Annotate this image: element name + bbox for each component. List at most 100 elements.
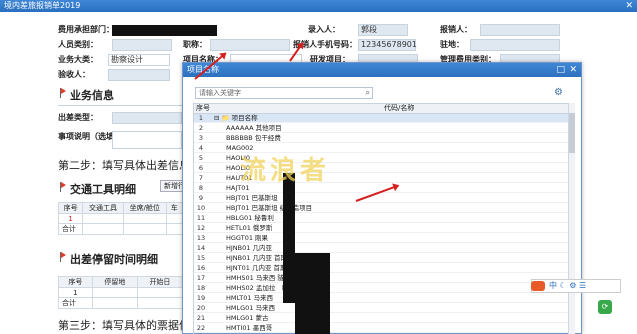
person-type-field[interactable]	[112, 39, 172, 51]
row-number: 4	[198, 144, 204, 152]
project-code-name: ⊟ 📁 项目名称	[214, 114, 258, 122]
project-code-name: HMLG01 蒙古	[226, 314, 269, 322]
table-cell: 1	[58, 287, 93, 298]
row-number: 13	[196, 234, 206, 242]
search-input[interactable]: 请输入关键字 ⌕	[195, 87, 373, 99]
list-item[interactable]: 12 HETL01 俄罗斯	[194, 224, 569, 233]
table-cell	[165, 223, 184, 235]
list-item[interactable]: 11 HBLG01 秘鲁利	[194, 214, 569, 223]
list-item[interactable]: 9 HBJT01 巴基斯坦	[194, 194, 569, 203]
column-header: 交通工具	[82, 202, 124, 214]
column-header: 车	[165, 202, 184, 214]
list-item[interactable]: 13 HGGT01 刚果	[194, 234, 569, 243]
table-cell	[136, 297, 184, 309]
flag-icon	[61, 182, 66, 188]
list-item[interactable]: 10 HBJT01 巴基斯坦 级改造项目	[194, 204, 569, 213]
table-cell[interactable]	[91, 287, 138, 298]
search-icon[interactable]: ⌕	[366, 88, 370, 98]
position-field[interactable]	[210, 39, 290, 51]
row-number: 8	[198, 184, 204, 192]
list-item[interactable]: 14 HJNB01 几内亚	[194, 244, 569, 253]
table-cell	[91, 297, 138, 309]
project-code-name: BBBBBB 包干经费	[226, 134, 281, 142]
table-cell: 1	[57, 213, 84, 224]
row-number: 1	[198, 114, 204, 122]
acceptor-field[interactable]	[108, 69, 170, 81]
row-number: 7	[198, 174, 204, 182]
table-cell[interactable]	[165, 213, 184, 224]
list-item[interactable]: 16 HJNT01 几内亚 首期）	[194, 264, 569, 273]
step2-text: 第二步：填写具体出差信息。	[58, 159, 201, 172]
table-row[interactable]: 1	[57, 213, 184, 224]
project-code-name: HGGT01 刚果	[226, 234, 269, 242]
business-type-label: 业务大类：	[58, 55, 98, 64]
reimburser-field[interactable]	[480, 24, 560, 36]
column-header: 开始日	[136, 276, 184, 288]
window-title-bar: 境内差旅报销单2019 ✕	[0, 0, 637, 12]
table-row[interactable]: 1	[58, 287, 184, 298]
project-code-name: HMLT01 马来西	[226, 294, 274, 302]
gear-icon[interactable]: ⚙	[554, 87, 563, 98]
grid-header: 序号 代码/名称	[193, 103, 569, 114]
row-number: 16	[196, 264, 206, 272]
row-number: 12	[196, 224, 206, 232]
reimburser-phone-field[interactable]: 12345678901	[358, 39, 417, 51]
project-code-name: AAAAAA 其他项目	[226, 124, 282, 132]
entry-person-label: 录入人：	[308, 25, 340, 34]
project-code-name: HJNB01 几内亚	[226, 244, 272, 252]
row-number: 2	[198, 124, 204, 132]
row-number: 14	[196, 244, 206, 252]
list-item[interactable]: 3 BBBBBB 包干经费	[194, 134, 569, 143]
window-close-icon[interactable]: ✕	[625, 0, 633, 12]
section-divider	[58, 105, 183, 106]
list-item[interactable]: 2 AAAAAA 其他项目	[194, 124, 569, 133]
entry-person-field[interactable]: 郭段	[358, 24, 408, 36]
transport-section-title: 交通工具明细	[70, 183, 136, 196]
row-number: 6	[198, 164, 204, 172]
refresh-icon[interactable]: ⟳	[598, 300, 612, 314]
maximize-icon[interactable]: □	[556, 63, 565, 77]
project-code-name: HETL01 俄罗斯	[226, 224, 273, 232]
search-placeholder: 请输入关键字	[199, 89, 241, 97]
residence-field[interactable]	[470, 39, 560, 51]
window-title: 境内差旅报销单2019	[4, 1, 81, 10]
remark-field[interactable]	[112, 131, 182, 149]
trip-type-label: 出差类型：	[58, 113, 98, 122]
list-item[interactable]: 19 HMLT01 马来西	[194, 294, 569, 303]
project-code-name: HBJT01 巴基斯坦 级改造项目	[226, 204, 313, 212]
row-number: 20	[196, 304, 206, 312]
table-header-row: 序号 停留地 开始日	[58, 276, 184, 288]
reimburser-label: 报销人：	[440, 25, 472, 34]
dialog-title-bar: 项目名称 □ ✕	[183, 63, 581, 77]
vertical-scrollbar[interactable]	[568, 103, 575, 334]
project-code-name: HMTI01 墨西哥	[226, 324, 273, 332]
list-item[interactable]: 1 ⊟ 📁 项目名称	[194, 114, 569, 123]
close-icon[interactable]: ✕	[569, 63, 577, 77]
list-item[interactable]: 15 HJNB01 几内亚 首期）	[194, 254, 569, 263]
project-code-name: HBJT01 巴基斯坦	[226, 194, 278, 202]
redaction-bar	[295, 253, 330, 334]
trip-type-field[interactable]	[112, 112, 182, 124]
table-cell[interactable]	[136, 287, 184, 298]
list-item[interactable]: 21 HMLG01 蒙古	[194, 314, 569, 323]
acceptor-label: 验收人：	[58, 70, 90, 79]
scrollbar-thumb[interactable]	[569, 113, 575, 153]
column-header: 停留地	[91, 276, 138, 288]
table-cell[interactable]	[122, 213, 167, 224]
row-number: 10	[196, 204, 206, 212]
list-item[interactable]: 22 HMTI01 墨西哥	[194, 324, 569, 333]
watermark-text: 流浪者	[240, 156, 331, 186]
list-item[interactable]: 18 HMHS02 孟加拉 （首期）	[194, 284, 569, 293]
column-header: 序号	[57, 202, 84, 214]
seq-column-header: 序号	[196, 104, 210, 112]
business-type-field[interactable]: 勘察设计	[108, 54, 170, 66]
list-item[interactable]: 17 HMHS01 马来西 隧道基础设施项目	[194, 274, 569, 283]
stay-section-title: 出差停留时间明细	[70, 253, 158, 266]
table-cell	[122, 223, 167, 235]
project-code-name: HMLG01 马来西	[226, 304, 275, 312]
stay-table: 序号 停留地 开始日 1 合计	[58, 276, 184, 309]
table-header-row: 序号 交通工具 坐席/舱位 车	[57, 202, 184, 214]
list-item[interactable]: 20 HMLG01 马来西	[194, 304, 569, 313]
redacted-dept-field[interactable]	[112, 25, 217, 36]
table-cell[interactable]	[82, 213, 124, 224]
